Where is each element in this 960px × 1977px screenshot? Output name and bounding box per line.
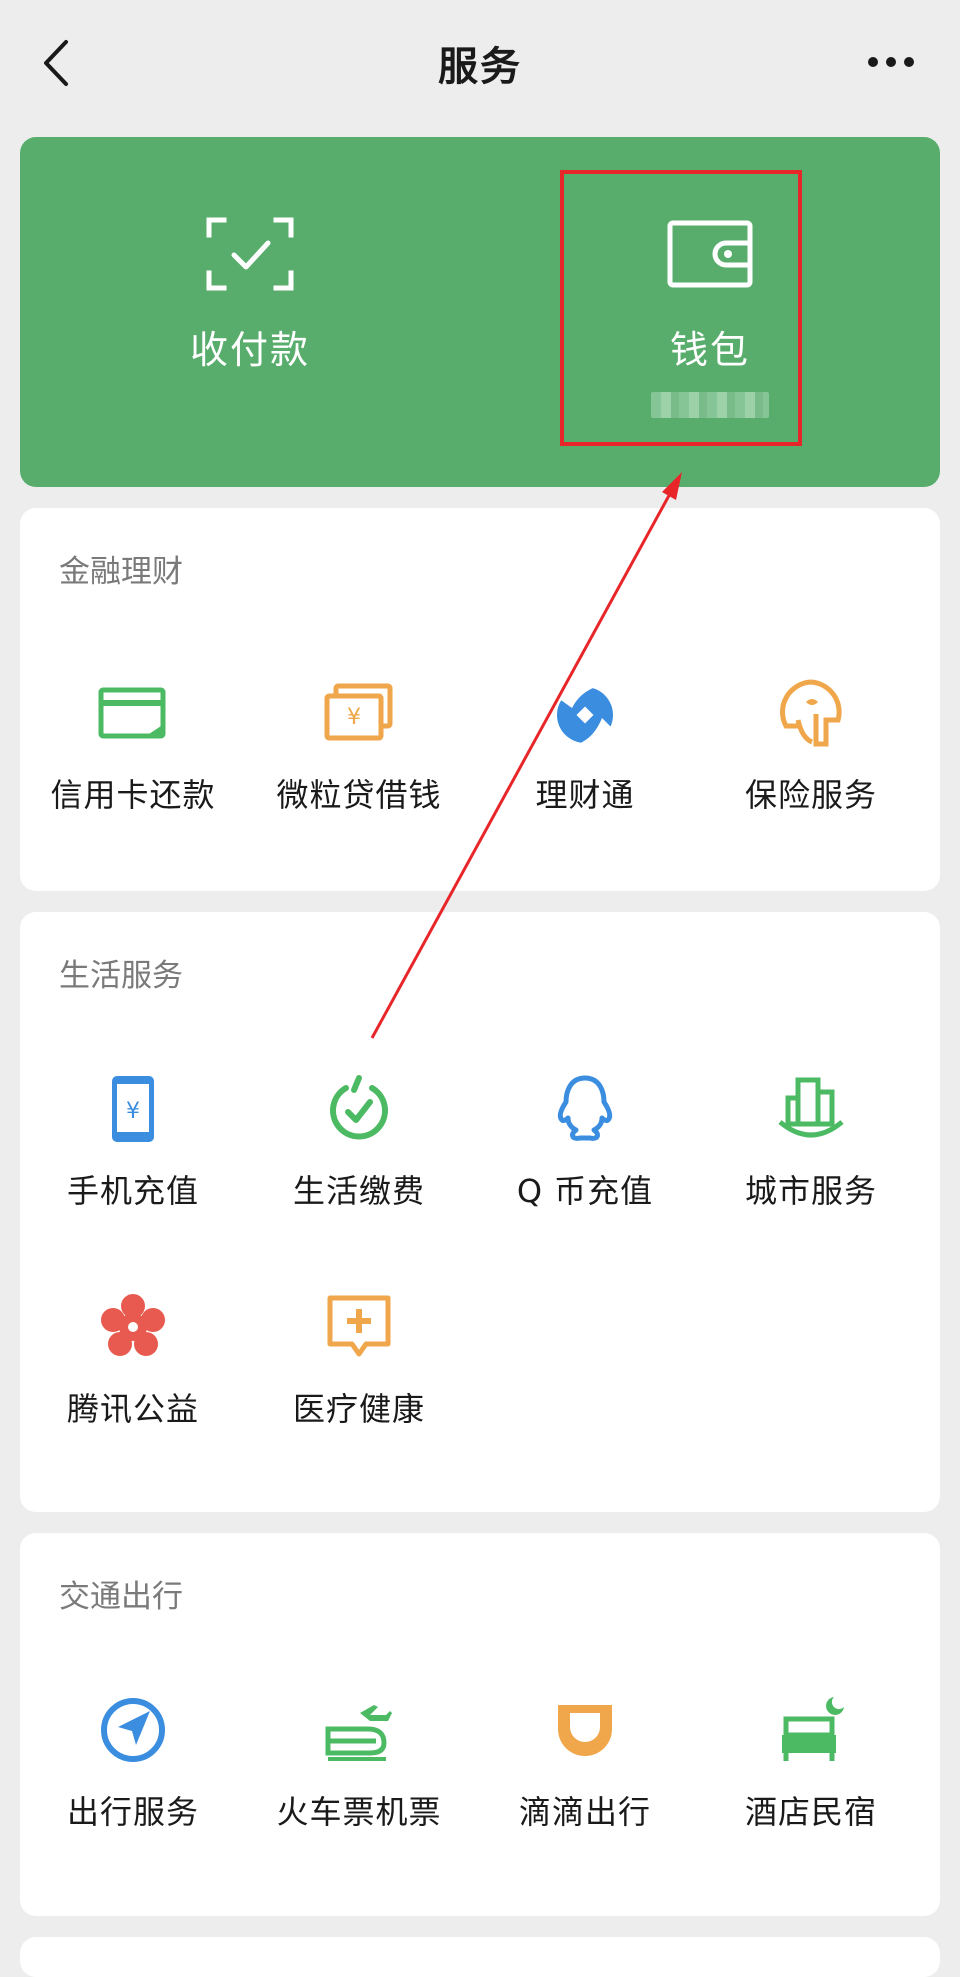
pay-receive-button[interactable]: 收付款 [20,137,480,487]
item-label: 微粒贷借钱 [276,776,442,814]
wallet-balance-blurred [651,392,769,418]
life-service-section: 生活服务 ¥ 手机充值 生活缴费 Q 币充值 城市服务 腾讯公益 医疗健康 [20,912,940,1512]
item-label: 保险服务 [744,776,877,814]
section-title: 生活服务 [59,958,183,994]
qq-coin-icon [557,1075,613,1141]
hotel-icon [782,1697,844,1761]
wealth-item[interactable]: 理财通 [472,678,698,858]
item-label: Q 币充值 [516,1172,654,1210]
loan-item[interactable]: ¥ 微粒贷借钱 [246,678,472,858]
medical-icon [327,1295,391,1357]
wealth-icon [557,683,613,745]
next-section-partial [20,1937,940,1977]
charity-icon [101,1294,165,1356]
wallet-button[interactable]: 钱包 [480,137,940,487]
credit-card-icon [98,687,166,739]
train-plane-item[interactable]: 火车票机票 [246,1695,472,1875]
wallet-icon [667,220,753,288]
item-label: 信用卡还款 [50,776,216,814]
travel-icon [101,1698,165,1762]
hotel-item[interactable]: 酒店民宿 [698,1695,924,1875]
svg-text:¥: ¥ [126,1099,140,1124]
train-plane-icon [325,1705,392,1761]
insurance-item[interactable]: 保险服务 [698,678,924,858]
pay-receive-label: 收付款 [189,328,310,372]
item-label: 酒店民宿 [744,1793,877,1831]
utility-payment-icon [330,1075,388,1140]
phone-recharge-icon: ¥ [112,1076,154,1142]
medical-item[interactable]: 医疗健康 [246,1292,472,1472]
credit-card-repay-item[interactable]: 信用卡还款 [20,678,246,858]
phone-recharge-item[interactable]: ¥ 手机充值 [20,1074,246,1254]
city-service-icon [778,1077,844,1138]
insurance-icon [780,679,842,747]
item-label: 滴滴出行 [518,1793,651,1831]
item-label: 火车票机票 [276,1793,442,1831]
didi-item[interactable]: 滴滴出行 [472,1695,698,1875]
item-label: 理财通 [535,776,635,814]
nav-bar: 服务 [0,0,960,126]
wallet-label: 钱包 [669,328,750,372]
item-label: 生活缴费 [292,1172,425,1210]
charity-item[interactable]: 腾讯公益 [20,1292,246,1472]
item-label: 医疗健康 [292,1390,425,1428]
item-label: 城市服务 [744,1172,877,1210]
transport-section: 交通出行 出行服务 火车票机票 滴滴出行 酒店民宿 [20,1533,940,1916]
loan-icon: ¥ [324,683,393,741]
item-label: 手机充值 [66,1172,199,1210]
back-arrow-icon[interactable] [38,38,74,88]
qq-coin-item[interactable]: Q 币充值 [472,1074,698,1254]
city-service-item[interactable]: 城市服务 [698,1074,924,1254]
section-title: 交通出行 [59,1579,183,1615]
item-label: 出行服务 [66,1793,199,1831]
item-label: 腾讯公益 [66,1390,199,1428]
svg-text:¥: ¥ [347,705,361,730]
travel-service-item[interactable]: 出行服务 [20,1695,246,1875]
page-title: 服务 [438,44,522,90]
wallet-banner: 收付款 钱包 [20,137,940,487]
more-icon[interactable] [866,52,916,72]
finance-section: 金融理财 信用卡还款 ¥ 微粒贷借钱 理财通 保险服务 [20,508,940,891]
utility-payment-item[interactable]: 生活缴费 [246,1074,472,1254]
scan-check-icon [206,217,294,291]
didi-icon [558,1705,612,1756]
section-title: 金融理财 [59,554,183,590]
